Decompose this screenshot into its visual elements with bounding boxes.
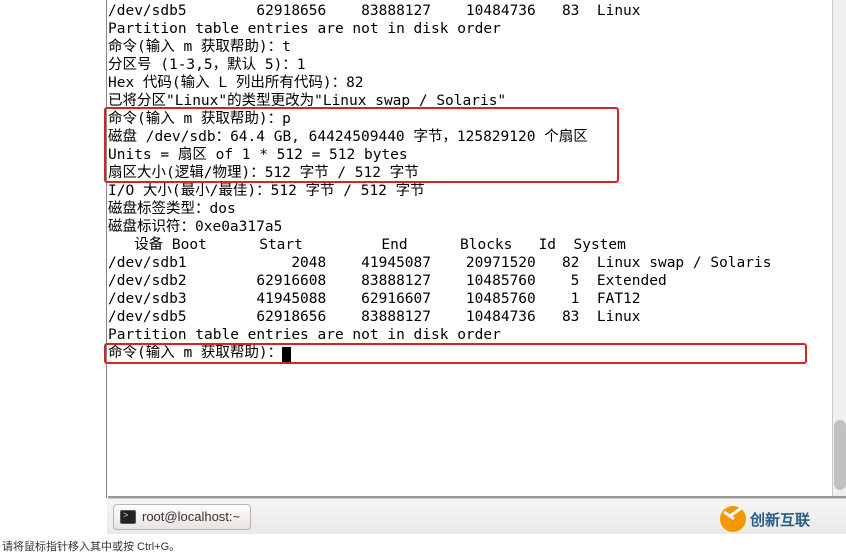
- terminal-output[interactable]: /dev/sdb5 62918656 83888127 10484736 83 …: [108, 0, 846, 498]
- terminal-cursor: [282, 347, 291, 362]
- terminal-line: /dev/sdb3 41945088 62916607 10485760 1 F…: [108, 290, 846, 308]
- scrollbar-thumb[interactable]: [834, 420, 846, 490]
- task-button-terminal[interactable]: root@localhost:~: [113, 504, 251, 530]
- terminal-line: I/O 大小(最小/最佳)：512 字节 / 512 字节: [108, 182, 846, 200]
- terminal-line: 设备 Boot Start End Blocks Id System: [108, 236, 846, 254]
- terminal-line: Partition table entries are not in disk …: [108, 326, 846, 344]
- terminal-line: Units = 扇区 of 1 * 512 = 512 bytes: [108, 146, 846, 164]
- terminal-line: 已将分区"Linux"的类型更改为"Linux swap / Solaris": [108, 92, 846, 110]
- terminal-line: Hex 代码(输入 L 列出所有代码)：82: [108, 74, 846, 92]
- logo-icon: [720, 506, 746, 532]
- left-panel-border: [0, 0, 107, 498]
- terminal-line: 扇区大小(逻辑/物理)：512 字节 / 512 字节: [108, 164, 846, 182]
- terminal-line: 命令(输入 m 获取帮助)：p: [108, 110, 846, 128]
- terminal-line: 磁盘标签类型：dos: [108, 200, 846, 218]
- terminal-line: /dev/sdb5 62918656 83888127 10484736 83 …: [108, 308, 846, 326]
- task-button-label: root@localhost:~: [142, 509, 240, 524]
- terminal-line: Partition table entries are not in disk …: [108, 20, 846, 38]
- logo-text: 创新互联: [750, 509, 810, 530]
- watermark-logo: 创新互联: [720, 504, 840, 534]
- terminal-line: /dev/sdb5 62918656 83888127 10484736 83 …: [108, 2, 846, 20]
- terminal-line: 命令(输入 m 获取帮助)：: [108, 344, 846, 362]
- terminal-scrollbar[interactable]: [832, 0, 846, 498]
- terminal-icon: [120, 510, 136, 524]
- status-text: 请将鼠标指针移入其中或按 Ctrl+G。: [2, 538, 180, 554]
- terminal-content: /dev/sdb5 62918656 83888127 10484736 83 …: [108, 2, 846, 362]
- terminal-line: /dev/sdb1 2048 41945087 20971520 82 Linu…: [108, 254, 846, 272]
- vm-status-bar: 请将鼠标指针移入其中或按 Ctrl+G。: [0, 534, 846, 558]
- terminal-line: 分区号 (1-3,5，默认 5)：1: [108, 56, 846, 74]
- terminal-line: 命令(输入 m 获取帮助)：t: [108, 38, 846, 56]
- terminal-line: 磁盘标识符：0xe0a317a5: [108, 218, 846, 236]
- terminal-line: 磁盘 /dev/sdb：64.4 GB, 64424509440 字节，1258…: [108, 128, 846, 146]
- terminal-line: /dev/sdb2 62916608 83888127 10485760 5 E…: [108, 272, 846, 290]
